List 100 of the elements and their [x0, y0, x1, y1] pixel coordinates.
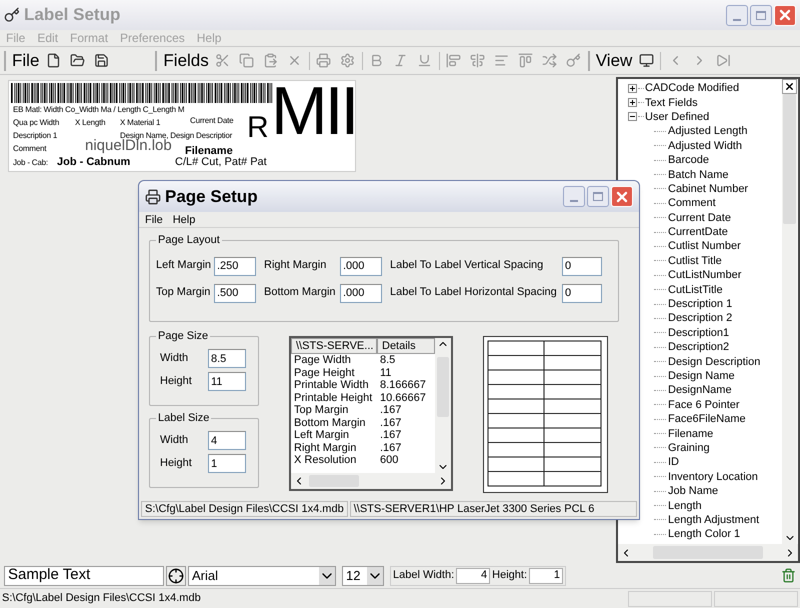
input-field[interactable]: 4	[208, 431, 246, 450]
table-cell: 8.5	[380, 354, 396, 366]
menu-item[interactable]: File	[145, 212, 163, 227]
tree-item[interactable]: ID	[668, 455, 679, 470]
tree-item[interactable]: Batch Name	[668, 168, 729, 182]
field-label: Height	[159, 456, 193, 472]
table-cell-text: Page Height	[294, 366, 356, 379]
label-field[interactable]: niquelDln.lob	[85, 138, 172, 154]
tree-item[interactable]: CutListTitle	[668, 282, 723, 297]
tree-item[interactable]: CADCode Modified	[645, 81, 740, 96]
label-width-field[interactable]: 4	[456, 568, 490, 584]
tree-item[interactable]: Length	[668, 498, 702, 513]
font-dropdown[interactable]: Arial	[188, 566, 336, 586]
tree-item[interactable]: Description1	[668, 326, 730, 340]
column-header[interactable]: Details	[377, 338, 435, 354]
window-title: Label Setup	[24, 4, 120, 26]
tree-item[interactable]: Cutlist Title	[668, 254, 722, 268]
tree-item[interactable]: Description 1	[668, 297, 732, 312]
vertical-scrollbar[interactable]	[435, 338, 451, 473]
vertical-scrollbar[interactable]	[782, 94, 797, 544]
tree-item[interactable]: Length Adjustment	[668, 512, 760, 527]
field-label: Left Margin	[156, 258, 212, 273]
maximize-button[interactable]	[750, 4, 772, 26]
input-field[interactable]: 11	[208, 372, 246, 391]
status-pane: S:\Cfg\Label Design Files\CCSI 1x4.mdb	[141, 501, 348, 517]
status-text: S:\Cfg\Label Design Files\CCSI 1x4.mdb	[2, 591, 202, 606]
label-field[interactable]: X Material 1	[120, 118, 160, 128]
minimize-button[interactable]	[563, 186, 585, 207]
column-header[interactable]: \\STS-SERVE...	[291, 338, 377, 354]
input-field[interactable]: 8.5	[208, 349, 246, 368]
label-field[interactable]: X Length	[75, 118, 106, 128]
horizontal-scrollbar[interactable]	[618, 544, 798, 561]
height-field[interactable]: 1	[529, 568, 564, 584]
table-cell: 10.66667	[380, 392, 426, 404]
label-field[interactable]: Job - Cabnum	[57, 156, 130, 169]
group-title: Page Size	[156, 329, 210, 343]
size-dropdown[interactable]: 12	[342, 566, 384, 586]
tree-item[interactable]: Cutlist Number	[668, 239, 741, 254]
tree-item[interactable]: Face6FileName	[668, 412, 746, 426]
table-cell: 11	[380, 366, 392, 379]
input-field[interactable]: .000	[340, 284, 382, 302]
label-field[interactable]: Current Date	[190, 116, 234, 126]
tree-item[interactable]: Filename	[668, 426, 714, 441]
label-field[interactable]: MII	[271, 81, 355, 145]
tree-item[interactable]: Description2	[668, 340, 730, 354]
label-field[interactable]: Description 1	[13, 131, 58, 141]
expand-icon[interactable]	[628, 84, 637, 93]
tree-item[interactable]: Adjusted Length	[668, 124, 748, 138]
tree-item[interactable]: Text Fields	[645, 96, 698, 110]
label-field[interactable]: Qua pc Width	[13, 118, 60, 128]
tree-item[interactable]: Current Date	[668, 210, 731, 225]
tree-item[interactable]: Adjusted Width	[668, 138, 742, 153]
tree-item[interactable]: Graining	[668, 440, 710, 455]
tree-item[interactable]: Design Description	[668, 354, 760, 369]
label-field[interactable]: Filename	[185, 145, 233, 158]
trash-icon[interactable]	[781, 568, 796, 583]
close-icon[interactable]	[782, 79, 797, 94]
label-field[interactable]: Job - Cab:	[13, 158, 48, 168]
input-field[interactable]: 1	[208, 454, 246, 473]
table-cell-text: Top Margin	[294, 404, 350, 416]
tree-item[interactable]: Description 2	[668, 311, 732, 326]
input-field[interactable]: .500	[214, 284, 256, 302]
tree-item[interactable]: Barcode	[668, 153, 709, 168]
tree-item[interactable]: CutListNumber	[668, 268, 742, 282]
collapse-icon[interactable]	[628, 112, 637, 122]
menu-item[interactable]: Help	[172, 212, 196, 227]
minimize-button[interactable]	[726, 4, 748, 26]
label-field[interactable]: C/L# Cut, Pat# Pat	[175, 156, 267, 169]
field-label: Label To Label Horizontal Spacing	[390, 284, 558, 300]
label-field[interactable]: R	[247, 117, 269, 139]
input-field[interactable]: .250	[214, 256, 256, 276]
tree-item[interactable]: User Defined	[645, 110, 710, 124]
close-button[interactable]	[774, 4, 796, 26]
tree-item[interactable]: DesignName	[668, 383, 732, 398]
input-field[interactable]: 0	[562, 256, 602, 276]
table-cell: .167	[380, 404, 402, 416]
close-button[interactable]	[611, 186, 633, 207]
tree-item[interactable]: Face 6 Pointer	[668, 398, 740, 412]
input-field[interactable]: 0	[562, 284, 602, 302]
field-label: Label To Label Vertical Spacing	[390, 258, 544, 273]
tree-item[interactable]: Job Name	[668, 484, 718, 498]
tree-item[interactable]: Inventory Location	[668, 470, 758, 484]
dialog-title: Page Setup	[165, 186, 258, 208]
table-cell: 8.166667	[380, 379, 426, 392]
tree-item[interactable]: Comment	[668, 196, 716, 210]
tree-item[interactable]: Length Color 1	[668, 527, 740, 542]
label-field[interactable]: EB Matl: Width Co_Width Ma / Length C_Length M	[13, 105, 184, 115]
input-field[interactable]: .000	[340, 256, 382, 276]
horizontal-scrollbar[interactable]	[291, 473, 451, 489]
field-label: Width	[159, 433, 190, 448]
tree-item[interactable]: CurrentDate	[668, 225, 728, 240]
label-field[interactable]: Comment	[13, 144, 46, 154]
table-cell-text: Bottom Margin	[294, 416, 367, 429]
field-label: Height:	[492, 568, 528, 584]
maximize-button[interactable]	[587, 186, 609, 207]
tree-item[interactable]: Cabinet Number	[668, 182, 748, 196]
sample-text-field[interactable]: Sample Text	[4, 566, 164, 586]
crosshair-icon[interactable]	[166, 566, 186, 586]
tree-item[interactable]: Design Name	[668, 369, 735, 383]
expand-icon[interactable]	[628, 98, 637, 108]
